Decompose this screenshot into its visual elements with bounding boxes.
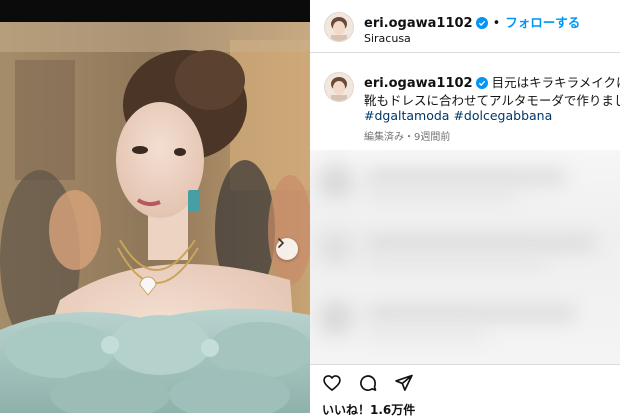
- caption-first-line: eri.ogawa1102 目元はキラキラメイクに💎: [364, 72, 620, 91]
- separator-dot: •: [492, 16, 501, 31]
- hashtag-link[interactable]: #dolcegabbana: [453, 108, 552, 123]
- caption-avatar[interactable]: [324, 72, 354, 102]
- caption-username[interactable]: eri.ogawa1102: [364, 76, 473, 91]
- next-arrow-icon: [278, 238, 285, 248]
- next-photo-button[interactable]: [276, 238, 298, 260]
- like-button[interactable]: [322, 373, 342, 397]
- post-username[interactable]: eri.ogawa1102: [364, 16, 473, 31]
- post-header: eri.ogawa1102 • フォローする Siracusa: [310, 0, 620, 53]
- avatar-image: [325, 13, 353, 41]
- follow-button[interactable]: フォローする: [505, 15, 580, 30]
- verified-badge-icon: [475, 17, 488, 29]
- action-bar: [310, 364, 620, 400]
- heart-icon: [323, 375, 341, 391]
- comment-icon: [360, 375, 377, 392]
- share-button[interactable]: [394, 373, 414, 397]
- post-side-panel: eri.ogawa1102 • フォローする Siracusa eri.ogawa1…: [310, 0, 620, 417]
- verified-badge-icon: [475, 77, 488, 89]
- post-photo-image: [0, 0, 310, 413]
- caption-hashtags: #dgaltamoda #dolcegabbana: [364, 108, 552, 123]
- post-photo: [0, 0, 310, 413]
- location-label[interactable]: Siracusa: [364, 32, 411, 45]
- avatar[interactable]: [324, 12, 354, 42]
- caption-text-line1: 目元はキラキラメイクに💎: [491, 75, 620, 90]
- hashtag-link[interactable]: #dgaltamoda: [364, 108, 449, 123]
- avatar-image: [325, 73, 353, 101]
- caption-text-line2: 靴もドレスに合わせてアルタモーダで作りまし: [364, 93, 620, 108]
- share-icon: [395, 374, 413, 391]
- comment-button[interactable]: [358, 373, 378, 397]
- blurred-comments-area: [310, 150, 620, 364]
- likes-count[interactable]: いいね！1.6万件: [322, 401, 415, 418]
- caption-meta: 編集済み・9週間前: [364, 132, 451, 143]
